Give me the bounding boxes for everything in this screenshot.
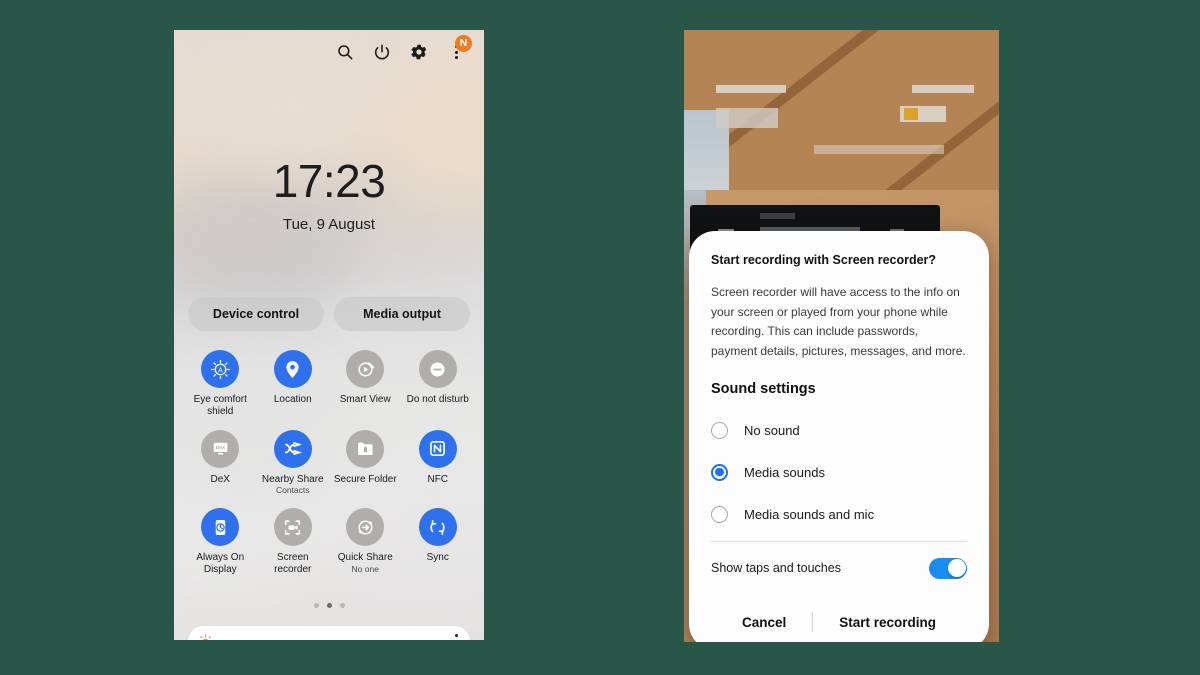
page-dot-active[interactable] xyxy=(326,603,332,608)
nearby-share-icon[interactable] xyxy=(273,429,312,468)
blurred-text xyxy=(814,145,944,154)
blurred-text xyxy=(760,213,795,219)
page-dot[interactable] xyxy=(313,603,319,608)
toggle-label: Screen recorder xyxy=(274,552,312,575)
always-on-display-icon[interactable] xyxy=(201,508,240,547)
location-pin-icon[interactable] xyxy=(273,350,312,388)
blurred-text xyxy=(716,108,778,128)
toggle-sublabel: Contacts xyxy=(275,485,310,496)
start-recording-button[interactable]: Start recording xyxy=(813,615,962,630)
media-output-button[interactable]: Media output xyxy=(334,297,470,331)
radio-label: No sound xyxy=(744,422,800,438)
secure-folder-icon[interactable] xyxy=(346,429,385,468)
nfc-icon[interactable] xyxy=(418,429,457,468)
sync-icon[interactable] xyxy=(418,508,457,547)
toggle-label: Sync xyxy=(426,552,449,564)
radio-option-media-sounds-and-mic[interactable]: Media sounds and mic xyxy=(711,493,967,535)
quick-panel-buttons: Device control Media output xyxy=(188,297,470,331)
radio-label: Media sounds xyxy=(744,464,825,480)
toggle-label: NFC xyxy=(427,473,449,485)
cancel-button[interactable]: Cancel xyxy=(716,615,812,630)
toggle-label: DeX xyxy=(210,473,230,485)
radio-option-no-sound[interactable]: No sound xyxy=(711,409,967,451)
page-indicator xyxy=(174,603,484,608)
screen-recorder-icon[interactable] xyxy=(273,508,312,547)
toggle-location[interactable]: Location xyxy=(257,350,330,418)
toggle-label: Smart View xyxy=(339,394,391,405)
toggle-always-on-display[interactable]: Always On Display xyxy=(184,508,257,576)
left-phone-screen: N 17:23 Tue, 9 August Device control Med… xyxy=(174,30,484,640)
screen-recorder-dialog: Start recording with Screen recorder? Sc… xyxy=(689,231,989,642)
sound-settings-heading: Sound settings xyxy=(711,381,816,398)
brightness-slider[interactable] xyxy=(188,626,470,640)
radio-button[interactable] xyxy=(711,505,728,523)
toggle-dex[interactable]: DeX DeX xyxy=(184,429,257,497)
svg-text:DeX: DeX xyxy=(216,445,226,451)
notification-badge: N xyxy=(455,35,472,52)
quick-settings-header-icons: N xyxy=(335,35,472,62)
radio-option-media-sounds[interactable]: Media sounds xyxy=(711,451,967,493)
show-taps-toggle[interactable] xyxy=(929,557,967,579)
do-not-disturb-icon[interactable] xyxy=(418,350,457,388)
sound-settings-options: No sound Media sounds Media sounds and mic xyxy=(711,409,967,535)
dialog-description: Screen recorder will have access to the … xyxy=(711,285,966,358)
clock-date: Tue, 9 August xyxy=(282,216,375,233)
toggle-smart-view[interactable]: Smart View xyxy=(329,350,402,418)
eye-comfort-shield-icon[interactable]: A xyxy=(201,350,240,388)
brightness-sun-icon xyxy=(200,633,211,640)
toggle-label: Quick Share xyxy=(337,552,393,564)
radio-label: Media sounds and mic xyxy=(744,506,875,522)
toggle-label: Location xyxy=(273,394,312,405)
toggle-screen-recorder[interactable]: Screen recorder xyxy=(257,508,330,576)
toggle-nearby-share[interactable]: Nearby Share Contacts xyxy=(257,429,330,497)
lockscreen-clock: 17:23 Tue, 9 August xyxy=(174,158,484,233)
smart-view-icon[interactable] xyxy=(346,350,385,388)
toggle-do-not-disturb[interactable]: Do not disturb xyxy=(402,350,475,418)
show-taps-row[interactable]: Show taps and touches xyxy=(711,542,967,594)
svg-text:A: A xyxy=(218,367,223,374)
right-phone-screen: Start recording with Screen recorder? Sc… xyxy=(684,30,999,642)
quick-settings-toggle-grid: A Eye comfort shield Location Smart View Do… xyxy=(184,350,474,576)
radio-button[interactable] xyxy=(711,421,728,439)
toggle-label: Always On Display xyxy=(196,552,245,575)
blurred-yellow-accent xyxy=(904,108,918,120)
toggle-eye-comfort-shield[interactable]: A Eye comfort shield xyxy=(184,350,257,418)
device-control-button[interactable]: Device control xyxy=(188,297,324,331)
blurred-text xyxy=(716,85,786,93)
toggle-sublabel: No one xyxy=(351,563,379,574)
toggle-nfc[interactable]: NFC xyxy=(402,429,475,497)
power-icon[interactable] xyxy=(372,42,392,62)
dialog-title: Start recording with Screen recorder? xyxy=(711,253,937,267)
search-icon[interactable] xyxy=(335,42,355,62)
toggle-label: Nearby Share xyxy=(261,473,324,485)
page-dot[interactable] xyxy=(339,603,345,608)
toggle-secure-folder[interactable]: Secure Folder xyxy=(329,429,402,497)
toggle-label: Do not disturb xyxy=(406,394,469,405)
toggle-label: Secure Folder xyxy=(333,473,397,485)
radio-button[interactable] xyxy=(711,463,728,481)
overflow-menu-icon[interactable]: N xyxy=(446,35,472,62)
toggle-knob xyxy=(947,559,966,578)
toggle-label: Eye comfort shield xyxy=(193,394,247,417)
wallpaper-blob xyxy=(214,50,374,170)
dex-icon[interactable]: DeX xyxy=(201,429,240,468)
brightness-options-icon[interactable] xyxy=(455,634,458,640)
quick-share-icon[interactable] xyxy=(346,508,385,547)
toggle-sync[interactable]: Sync xyxy=(402,508,475,576)
gear-icon[interactable] xyxy=(409,42,429,62)
dialog-actions: Cancel Start recording xyxy=(711,594,967,642)
blurred-text xyxy=(912,85,974,93)
clock-time: 17:23 xyxy=(272,155,386,207)
toggle-quick-share[interactable]: Quick Share No one xyxy=(329,508,402,576)
show-taps-label: Show taps and touches xyxy=(711,561,841,576)
